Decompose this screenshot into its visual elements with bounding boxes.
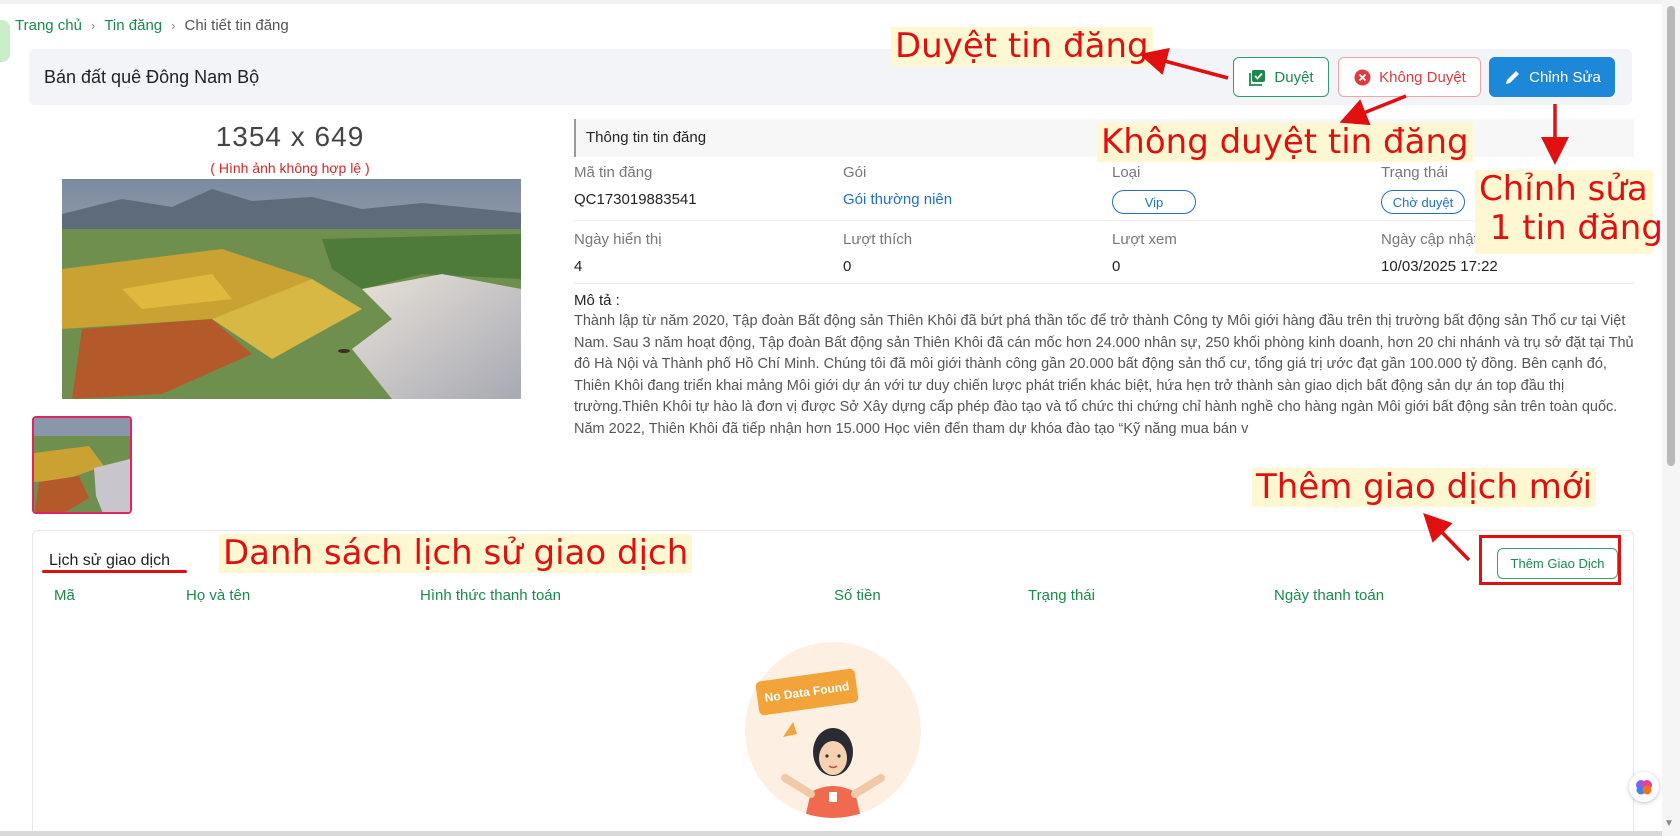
sidebar-toggle[interactable] (0, 20, 10, 62)
likes-value: 0 (843, 258, 852, 275)
display-days-value: 4 (574, 258, 583, 275)
close-circle-icon (1353, 68, 1371, 86)
updated-label: Ngày cập nhật (1381, 231, 1478, 248)
brain-icon[interactable] (1629, 772, 1659, 802)
checklist-icon (1248, 68, 1266, 86)
reject-label: Không Duyệt (1379, 68, 1466, 86)
description-text: Thành lập từ năm 2020, Tập đoàn Bất động… (574, 313, 1634, 437)
main-listing-image[interactable] (62, 179, 521, 399)
reject-button[interactable]: Không Duyệt (1338, 57, 1481, 97)
type-label: Loại (1112, 164, 1141, 181)
breadcrumb-home-link[interactable]: Trang chủ (15, 17, 82, 34)
annotation-approve: Duyệt tin đăng (891, 26, 1153, 67)
no-data-illustration (745, 642, 921, 818)
column-header-name[interactable]: Họ và tên (186, 587, 250, 604)
horizontal-scrollbar[interactable] (0, 831, 1662, 836)
edit-button[interactable]: Chỉnh Sửa (1489, 57, 1615, 97)
column-header-amount[interactable]: Số tiền (834, 587, 881, 604)
package-label: Gói (843, 164, 867, 181)
package-value[interactable]: Gói thường niên (843, 191, 952, 208)
updated-value: 10/03/2025 17:22 (1381, 258, 1498, 275)
views-label: Lượt xem (1112, 231, 1177, 248)
column-header-code[interactable]: Mã (54, 587, 75, 604)
breadcrumb-listings-link[interactable]: Tin đăng (104, 17, 162, 34)
info-section-title: Thông tin tin đăng (586, 129, 707, 146)
display-days-label: Ngày hiển thị (574, 231, 662, 248)
annotation-history-list: Danh sách lịch sử giao dịch (219, 533, 693, 574)
status-badge: Chờ duyệt (1381, 190, 1465, 214)
image-invalid-note: ( Hình ảnh không hợp lệ ) (210, 160, 370, 176)
pencil-icon (1503, 68, 1521, 86)
annotation-edit: Chỉnh sửa 1 tin đăng (1475, 169, 1663, 254)
code-label: Mã tin đăng (574, 164, 653, 181)
description-label: Mô tả : (574, 292, 620, 309)
approve-label: Duyệt (1274, 68, 1314, 86)
column-header-payment-method[interactable]: Hình thức thanh toán (420, 587, 561, 604)
annotation-edit-line2: 1 tin đăng (1479, 208, 1663, 249)
annotation-reject: Không duyệt tin đăng (1097, 122, 1473, 163)
annotation-add-transaction: Thêm giao dịch mới (1252, 467, 1597, 508)
listing-title: Bán đất quê Đông Nam Bộ (44, 67, 260, 87)
image-thumbnail[interactable] (32, 416, 132, 514)
views-value: 0 (1112, 258, 1121, 275)
breadcrumb: Trang chủ › Tin đăng › Chi tiết tin đăng (15, 17, 289, 34)
annotation-highlight-box (1479, 535, 1621, 585)
likes-label: Lượt thích (843, 231, 913, 248)
info-divider (574, 283, 1634, 284)
top-border (0, 0, 1680, 4)
page: Trang chủ › Tin đăng › Chi tiết tin đăng… (0, 0, 1680, 836)
scrollbar-thumb[interactable] (1667, 6, 1675, 466)
type-badge: Vip (1112, 190, 1196, 214)
approve-button[interactable]: Duyệt (1233, 57, 1329, 97)
chevron-right-icon: › (171, 18, 176, 33)
column-header-payment-date[interactable]: Ngày thanh toán (1274, 587, 1384, 604)
status-label: Trạng thái (1381, 164, 1448, 181)
transaction-history-title: Lịch sử giao dịch (49, 552, 170, 569)
image-dimensions: 1354 x 649 (215, 121, 365, 152)
breadcrumb-current: Chi tiết tin đăng (184, 17, 289, 34)
scroll-down-arrow-icon[interactable]: ▼ (1664, 818, 1674, 829)
edit-label: Chỉnh Sửa (1529, 68, 1601, 86)
annotation-edit-line1: Chỉnh sửa (1479, 169, 1648, 209)
column-header-status[interactable]: Trạng thái (1028, 587, 1095, 604)
code-value: QC173019883541 (574, 191, 697, 208)
chevron-right-icon: › (90, 18, 96, 33)
annotation-underline (42, 570, 187, 573)
